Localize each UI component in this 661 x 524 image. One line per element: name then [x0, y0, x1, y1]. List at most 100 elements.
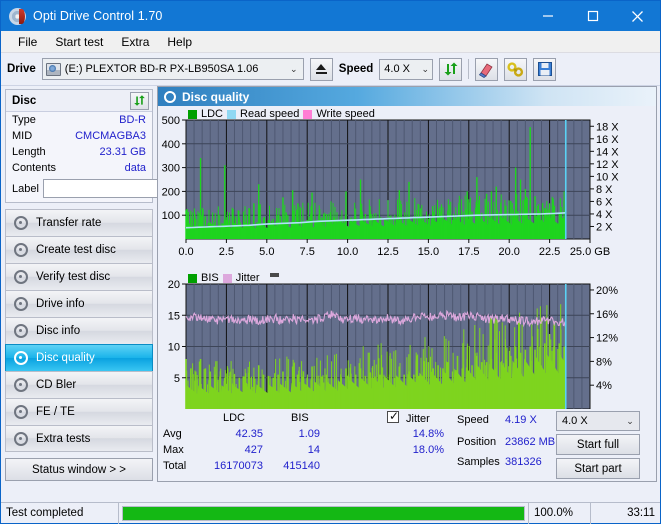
eject-button[interactable]: [309, 57, 333, 81]
y2-axis-tick-label: 12 X: [596, 159, 619, 171]
disc-label-row: Label: [6, 176, 232, 202]
disc-icon: [14, 431, 28, 446]
tools-button[interactable]: [504, 57, 528, 81]
charts-area: LDC Read speed Write speed BIS Jitter 10…: [158, 106, 656, 426]
nav-list: Transfer rate Create test disc Verify te…: [5, 209, 153, 452]
drive-select-value: (E:) PLEXTOR BD-R PX-LB950SA 1.06: [64, 63, 259, 75]
jitter-max-value: 18.0%: [412, 444, 444, 456]
y-axis-tick-label: 20: [168, 279, 180, 291]
menu-start-test[interactable]: Start test: [46, 33, 112, 51]
speed-select-value: 4.0 X: [384, 63, 410, 75]
test-speed-select[interactable]: 4.0 X ⌄: [556, 411, 640, 431]
ldc-chart-legend: LDC Read speed Write speed: [188, 108, 375, 120]
disc-row-contents: Contents data: [6, 160, 152, 176]
sidebar-item-label: FE / TE: [36, 406, 75, 418]
maximize-button[interactable]: [570, 1, 615, 31]
sidebar-item-transfer-rate[interactable]: Transfer rate: [5, 209, 153, 236]
title-bar: Opti Drive Control 1.70: [1, 1, 660, 31]
y-axis-tick-label: 10: [168, 342, 180, 354]
legend-label-bis: BIS: [201, 272, 219, 284]
eject-icon: [316, 63, 327, 70]
stats-row-total: Total: [163, 460, 187, 472]
refresh-button[interactable]: [439, 57, 463, 81]
eraser-icon: [479, 62, 493, 78]
disc-icon: [14, 243, 28, 257]
sidebar-item-disc-info[interactable]: Disc info: [5, 317, 153, 344]
x-axis-tick-label: 5.0: [259, 246, 274, 258]
drive-icon: [45, 62, 61, 76]
speed-stat-value: 4.19 X: [505, 414, 537, 426]
panel-title: Disc quality: [182, 89, 250, 104]
close-button[interactable]: [615, 1, 660, 31]
legend-swatch-jitter: [222, 273, 232, 283]
disc-icon: [14, 297, 28, 311]
menu-extra[interactable]: Extra: [112, 33, 158, 51]
legend-swatch-read-speed: [227, 109, 237, 119]
disc-contents-label: Contents: [12, 162, 57, 174]
progress-percent: 100.0%: [528, 502, 590, 524]
sidebar-item-label: Verify test disc: [36, 271, 111, 283]
jitter-checkbox[interactable]: [387, 409, 399, 424]
sidebar-item-fe-te[interactable]: FE / TE: [5, 398, 153, 425]
stats-col-bis: BIS: [291, 412, 309, 424]
disc-quality-panel: Disc quality LDC Read speed Write speed …: [157, 86, 657, 482]
x-axis-tick-label: 22.5: [539, 246, 560, 258]
disc-refresh-button[interactable]: [130, 91, 149, 110]
charts-svg: 1002003004005002 X4 X6 X8 X10 X12 X14 X1…: [162, 115, 620, 426]
stats-row-avg: Avg: [163, 428, 182, 440]
menu-help[interactable]: Help: [158, 33, 201, 51]
y-axis-tick-label: 300: [162, 163, 180, 175]
y-axis-tick-label: 400: [162, 139, 180, 151]
y-axis-tick-label: 100: [162, 210, 180, 222]
sidebar-item-cd-bler[interactable]: CD Bler: [5, 371, 153, 398]
sidebar-item-drive-info[interactable]: Drive info: [5, 290, 153, 317]
bis-chart-legend: BIS Jitter: [188, 272, 279, 284]
progress-bar-fill: [123, 506, 524, 520]
sidebar-item-extra-tests[interactable]: Extra tests: [5, 425, 153, 452]
disc-mid-label: MID: [12, 130, 33, 142]
y2-axis-tick-label: 12%: [596, 333, 618, 345]
disc-icon: [14, 378, 28, 392]
start-part-button[interactable]: Start part: [556, 458, 640, 479]
stats-panel: LDC BIS Avg 42.35 1.09 Max 427 14 Total …: [158, 409, 656, 481]
drive-select[interactable]: (E:) PLEXTOR BD-R PX-LB950SA 1.06 ⌄: [41, 58, 304, 80]
legend-label-jitter: Jitter: [235, 272, 260, 284]
menu-file[interactable]: File: [9, 33, 46, 51]
status-bar: Test completed 100.0% 33:11: [1, 502, 660, 524]
legend-swatch-ldc: [188, 109, 197, 119]
save-icon: [537, 62, 552, 76]
disc-icon: [14, 351, 28, 365]
sidebar-item-label: Disc quality: [36, 352, 95, 364]
minimize-button[interactable]: [525, 1, 570, 31]
disc-icon: [14, 324, 28, 338]
disc-icon: [9, 7, 26, 25]
disc-label-caption: Label: [12, 182, 39, 195]
panel-header: Disc quality: [158, 87, 656, 106]
position-label: Position: [457, 436, 497, 448]
save-button[interactable]: [533, 57, 557, 81]
legend-swatch-write-speed: [303, 109, 313, 119]
start-full-button[interactable]: Start full: [556, 434, 640, 455]
disc-row-length: Length 23.31 GB: [6, 144, 152, 160]
disc-type-label: Type: [12, 114, 36, 126]
x-axis-tick-label: 20.0: [498, 246, 519, 258]
erase-button[interactable]: [475, 57, 499, 81]
sidebar-item-verify-test-disc[interactable]: Verify test disc: [5, 263, 153, 290]
samples-value: 381326: [505, 456, 542, 468]
x-axis-tick-label: 15.0: [418, 246, 439, 258]
checkbox-icon: [387, 409, 399, 423]
x-axis-tick-label: 25.0 GB: [570, 246, 610, 258]
menu-bar: File Start test Extra Help: [1, 31, 660, 53]
position-value: 23862 MB: [505, 436, 556, 448]
sidebar-item-disc-quality[interactable]: Disc quality: [5, 344, 153, 371]
x-axis-tick-label: 10.0: [337, 246, 358, 258]
status-window-button[interactable]: Status window > >: [5, 458, 153, 481]
elapsed-time: 33:11: [590, 502, 660, 524]
bis-jitter-chart: 51015204%8%12%16%20%0.02.55.07.510.012.5…: [168, 279, 618, 426]
chevron-down-icon: ⌄: [290, 63, 298, 74]
sidebar-item-create-test-disc[interactable]: Create test disc: [5, 236, 153, 263]
x-axis-tick-label: 2.5: [219, 246, 234, 258]
speed-stat-label: Speed: [457, 414, 489, 426]
sidebar-item-label: Drive info: [36, 298, 85, 310]
speed-select[interactable]: 4.0 X ⌄: [379, 58, 434, 80]
